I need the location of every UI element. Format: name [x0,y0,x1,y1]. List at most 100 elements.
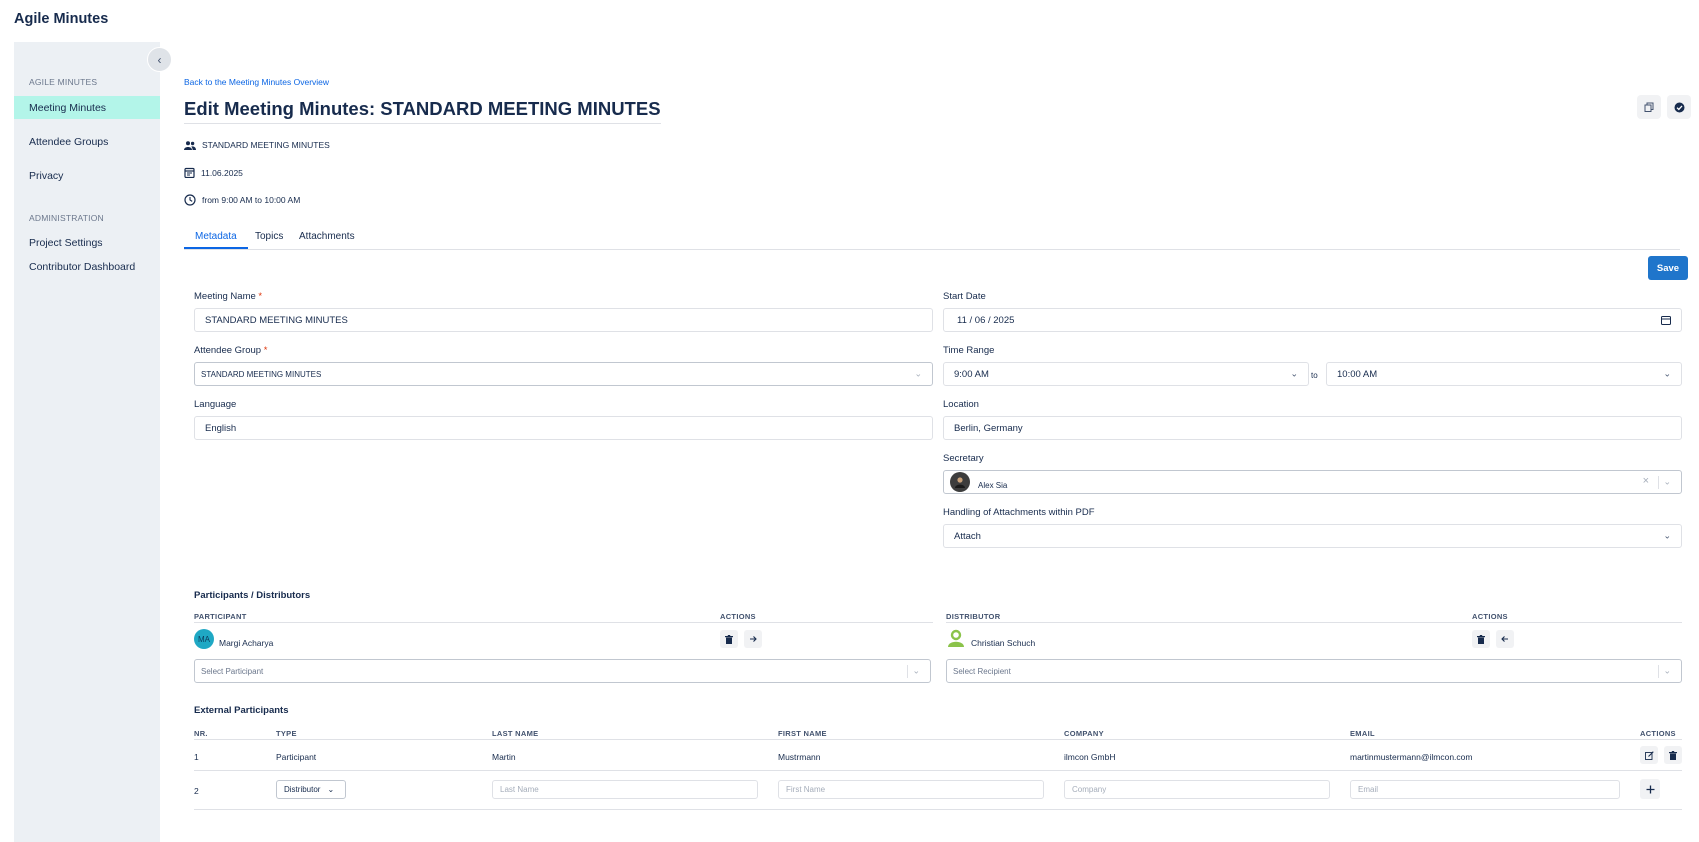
tab-attachments[interactable]: Attachments [288,231,366,247]
time-to-select[interactable]: 10:00 AM ⌄ [1326,362,1682,386]
plus-icon [1646,785,1654,793]
collapse-sidebar-button[interactable]: ‹ [147,47,172,72]
back-link[interactable]: Back to the Meeting Minutes Overview [184,77,329,87]
language-input[interactable]: English [194,416,933,440]
sidebar-section-agile-minutes: AGILE MINUTES [29,77,98,87]
select-divider [1658,665,1659,678]
page-title: Edit Meeting Minutes: STANDARD MEETING M… [184,98,661,124]
start-date-label: Start Date [943,291,986,302]
participants-section-title: Participants / Distributors [194,590,311,601]
calendar-icon [1661,316,1671,325]
clock-icon [184,194,196,206]
col-header-email: EMAIL [1350,729,1375,738]
select-participant-input[interactable]: Select Participant ⌄ [194,659,931,683]
time-from-select[interactable]: 9:00 AM ⌄ [943,362,1309,386]
avatar [950,472,970,492]
email-input[interactable]: Email [1350,780,1620,799]
chevron-down-icon: ⌄ [327,785,335,794]
sidebar: AGILE MINUTES Meeting Minutes Attendee G… [14,42,160,842]
meta-date: 11.06.2025 [184,167,243,178]
sidebar-item-privacy[interactable]: Privacy [14,164,160,187]
chevron-down-icon: ⌄ [1290,368,1298,379]
col-header-first-name: FIRST NAME [778,729,827,738]
sidebar-item-label: Contributor Dashboard [29,260,136,273]
arrow-right-icon [750,636,757,642]
attendee-group-label: Attendee Group * [194,345,268,356]
app-title: Agile Minutes [14,11,109,27]
edit-row-button[interactable] [1640,746,1658,764]
pdf-handling-label: Handling of Attachments within PDF [943,507,1095,518]
people-icon [184,140,196,150]
col-header-last-name: LAST NAME [492,729,539,738]
sidebar-item-attendee-groups[interactable]: Attendee Groups [14,130,160,153]
attendee-group-select[interactable]: STANDARD MEETING MINUTES ⌄ [194,362,933,386]
move-to-participant-button[interactable] [1496,630,1514,648]
chevron-down-icon: ⌄ [914,368,922,379]
company-input[interactable]: Company [1064,780,1330,799]
save-button[interactable]: Save [1648,256,1688,280]
trash-icon [1669,750,1677,760]
col-header-type: TYPE [276,729,297,738]
location-input[interactable]: Berlin, Germany [943,416,1682,440]
sidebar-item-contributor-dashboard[interactable]: Contributor Dashboard [14,255,160,278]
row-last-name: Martin [492,752,516,762]
calendar-icon [184,167,195,178]
chevron-left-icon: ‹ [157,52,162,67]
col-header-company: COMPANY [1064,729,1104,738]
divider [946,622,1682,623]
move-to-distributor-button[interactable] [744,630,762,648]
secretary-select[interactable]: Alex Sia × ⌄ [943,470,1682,494]
new-row-nr: 2 [194,786,199,796]
sidebar-item-label: Privacy [29,169,64,182]
language-label: Language [194,399,237,410]
tab-topics[interactable]: Topics [244,231,294,247]
divider [194,770,1682,771]
sidebar-item-meeting-minutes[interactable]: Meeting Minutes [14,96,160,119]
sidebar-item-label: Attendee Groups [29,135,109,148]
location-label: Location [943,399,979,410]
participant-col-header: PARTICIPANT [194,612,247,621]
secretary-label: Secretary [943,453,984,464]
select-divider [1658,476,1659,489]
meta-group: STANDARD MEETING MINUTES [184,140,330,150]
person-icon [948,629,964,647]
edit-icon [1644,750,1654,760]
arrow-left-icon [1501,636,1508,642]
distributor-name: Christian Schuch [971,638,1036,648]
pdf-handling-select[interactable]: Attach ⌄ [943,524,1682,548]
person-icon [955,477,965,488]
col-header-nr: NR. [194,729,208,738]
delete-participant-button[interactable] [720,630,738,648]
meta-time-text: from 9:00 AM to 10:00 AM [202,195,301,205]
select-recipient-input[interactable]: Select Recipient ⌄ [946,659,1682,683]
select-divider [907,665,908,678]
last-name-input[interactable]: Last Name [492,780,758,799]
tab-metadata[interactable]: Metadata [184,231,248,249]
first-name-input[interactable]: First Name [778,780,1044,799]
meeting-name-label: Meeting Name * [194,291,263,302]
copy-button[interactable] [1637,95,1661,119]
distributor-actions-header: ACTIONS [1472,612,1508,621]
type-select[interactable]: Distributor ⌄ [276,780,346,799]
external-participants-title: External Participants [194,705,289,716]
participant-actions-header: ACTIONS [720,612,756,621]
row-email: martinmustermann@ilmcon.com [1350,752,1473,762]
time-range-label: Time Range [943,345,995,356]
meeting-name-input[interactable]: STANDARD MEETING MINUTES [194,308,933,332]
divider [194,739,1682,740]
finalize-button[interactable] [1667,95,1691,119]
sidebar-item-project-settings[interactable]: Project Settings [14,231,160,254]
meta-date-text: 11.06.2025 [201,167,243,178]
add-row-button[interactable] [1640,779,1660,799]
row-nr: 1 [194,752,199,762]
start-date-input[interactable]: 11 / 06 / 2025 [943,308,1682,332]
row-company: ilmcon GmbH [1064,752,1116,762]
chevron-down-icon: ⌄ [1663,530,1671,541]
delete-distributor-button[interactable] [1472,630,1490,648]
col-header-actions: ACTIONS [1640,729,1676,738]
clear-icon[interactable]: × [1643,475,1649,487]
meta-time: from 9:00 AM to 10:00 AM [184,194,300,206]
chevron-down-icon: ⌄ [1663,476,1671,487]
trash-icon [725,634,733,644]
delete-row-button[interactable] [1664,746,1682,764]
